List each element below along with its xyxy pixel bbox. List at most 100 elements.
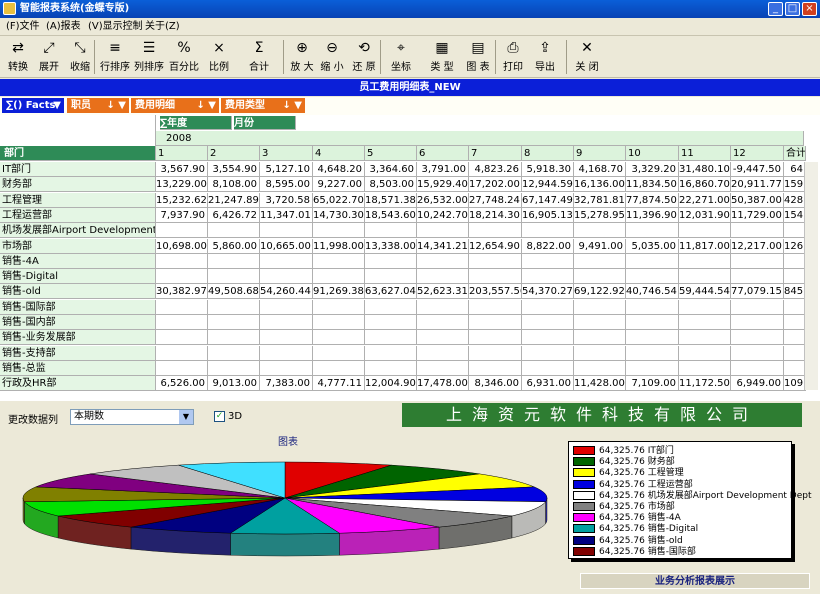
data-cell[interactable] <box>784 269 806 285</box>
data-cell[interactable]: 8,346.00 <box>469 376 522 392</box>
data-cell[interactable] <box>679 315 731 330</box>
data-cell[interactable]: 11,729.00 <box>731 207 784 223</box>
data-cell[interactable] <box>679 269 731 285</box>
facts-field[interactable]: ∑() Facts ▼ <box>2 98 64 113</box>
data-cell[interactable] <box>365 269 417 285</box>
data-cell[interactable] <box>208 360 260 376</box>
column-header[interactable]: 合计 <box>784 146 806 161</box>
row-header-dept[interactable]: 工程管理 <box>0 192 156 208</box>
data-cell[interactable]: 14,730.30 <box>313 207 365 223</box>
data-cell[interactable] <box>365 223 417 239</box>
data-cell[interactable] <box>313 360 365 376</box>
toolbar-sum-button[interactable]: Σ 合计 <box>239 38 279 76</box>
data-cell[interactable] <box>469 299 522 315</box>
data-cell[interactable] <box>731 330 784 346</box>
data-cell[interactable] <box>626 299 679 315</box>
data-cell[interactable] <box>156 330 208 346</box>
data-cell[interactable]: 26,532.00 <box>417 192 469 208</box>
toolbar-percent-button[interactable]: % 百分比 <box>168 38 200 76</box>
vertical-scrollbar[interactable] <box>804 162 818 390</box>
data-cell[interactable]: 32,781.81 <box>574 192 626 208</box>
data-cell[interactable] <box>313 299 365 315</box>
data-cell[interactable]: 8,822.00 <box>522 238 574 254</box>
data-cell[interactable]: 17,478.00 <box>417 376 469 392</box>
data-cell[interactable] <box>156 345 208 361</box>
row-header-dept[interactable]: 销售-4A <box>0 253 156 269</box>
data-cell[interactable]: 3,567.90 <box>156 162 208 177</box>
data-cell[interactable]: 14,341.21 <box>417 238 469 254</box>
data-cell[interactable]: 12,944.59 <box>522 177 574 193</box>
data-cell[interactable]: 54,260.44 <box>260 284 313 300</box>
data-cell[interactable] <box>679 360 731 376</box>
data-cell[interactable] <box>679 223 731 239</box>
data-cell[interactable]: 9,013.00 <box>208 376 260 392</box>
data-cell[interactable]: 3,720.58 <box>260 192 313 208</box>
data-cell[interactable] <box>260 253 313 269</box>
data-cell[interactable]: 13,338.00 <box>365 238 417 254</box>
data-cell[interactable] <box>156 253 208 269</box>
toolbar-type-button[interactable]: ▦ 类 型 <box>426 38 458 76</box>
data-cell[interactable]: 6,949.00 <box>731 376 784 392</box>
data-cell[interactable] <box>731 345 784 361</box>
data-cell[interactable] <box>260 269 313 285</box>
data-cell[interactable] <box>522 253 574 269</box>
data-cell[interactable]: 54,370.27 <box>522 284 574 300</box>
data-cell[interactable]: 69,122.92 <box>574 284 626 300</box>
data-cell[interactable] <box>365 253 417 269</box>
row-header-dept[interactable]: 销售-国际部 <box>0 299 156 315</box>
data-cell[interactable] <box>365 330 417 346</box>
data-cell[interactable]: 203,557.56 <box>469 284 522 300</box>
data-cell[interactable] <box>469 360 522 376</box>
data-cell[interactable] <box>208 299 260 315</box>
data-cell[interactable] <box>574 269 626 285</box>
data-cell[interactable]: 126, <box>784 238 806 254</box>
column-header[interactable]: 6 <box>417 146 469 161</box>
row-header-dept[interactable]: 市场部 <box>0 238 156 254</box>
data-cell[interactable] <box>365 360 417 376</box>
data-cell[interactable] <box>156 269 208 285</box>
data-cell[interactable] <box>626 360 679 376</box>
toolbar-ratio-button[interactable]: × 比例 <box>203 38 235 76</box>
data-cell[interactable]: 40,746.54 <box>626 284 679 300</box>
data-cell[interactable] <box>522 269 574 285</box>
data-cell[interactable] <box>574 299 626 315</box>
data-cell[interactable]: 50,387.00 <box>731 192 784 208</box>
toolbar-chart-button[interactable]: ▤ 图 表 <box>463 38 493 76</box>
filter-expense-detail[interactable]: 费用明细 ↓ ▼ <box>131 98 219 113</box>
row-header-dept[interactable]: IT部门 <box>0 162 156 177</box>
toolbar-convert-button[interactable]: ⇄ 转换 <box>4 38 32 76</box>
data-cell[interactable] <box>313 269 365 285</box>
data-cell[interactable]: -9,447.50 <box>731 162 784 177</box>
data-cell[interactable]: 22,271.00 <box>679 192 731 208</box>
data-cell[interactable] <box>679 253 731 269</box>
data-cell[interactable] <box>522 345 574 361</box>
data-cell[interactable] <box>626 223 679 239</box>
data-cell[interactable]: 30,382.97 <box>156 284 208 300</box>
maximize-button[interactable]: □ <box>785 2 800 16</box>
data-cell[interactable] <box>784 330 806 346</box>
toolbar-col-sort-button[interactable]: ☰ 列排序 <box>133 38 165 76</box>
year-field[interactable]: ∑年度 <box>160 116 232 130</box>
data-cell[interactable]: 10,698.00 <box>156 238 208 254</box>
data-cell[interactable]: 4,777.11 <box>313 376 365 392</box>
data-cell[interactable] <box>260 345 313 361</box>
data-cell[interactable]: 11,172.50 <box>679 376 731 392</box>
data-cell[interactable] <box>522 299 574 315</box>
toolbar-zoom-out-button[interactable]: ⊖ 缩 小 <box>318 38 346 76</box>
data-cell[interactable] <box>784 253 806 269</box>
data-cell[interactable] <box>574 360 626 376</box>
menu-report[interactable]: (A)报表 <box>46 20 81 34</box>
data-cell[interactable]: 428, <box>784 192 806 208</box>
data-cell[interactable]: 77,874.50 <box>626 192 679 208</box>
menu-file[interactable]: (F)文件 <box>6 20 40 34</box>
row-header-dept[interactable]: 工程运营部 <box>0 207 156 223</box>
data-cell[interactable]: 15,929.40 <box>417 177 469 193</box>
data-cell[interactable] <box>626 315 679 330</box>
toolbar-zoom-in-button[interactable]: ⊕ 放 大 <box>288 38 316 76</box>
data-cell[interactable] <box>522 223 574 239</box>
data-cell[interactable]: 63,627.04 <box>365 284 417 300</box>
row-header-dept[interactable]: 销售-Digital <box>0 269 156 285</box>
filter-expense-type[interactable]: 费用类型 ↓ ▼ <box>221 98 305 113</box>
data-cell[interactable] <box>784 345 806 361</box>
data-cell[interactable] <box>731 253 784 269</box>
